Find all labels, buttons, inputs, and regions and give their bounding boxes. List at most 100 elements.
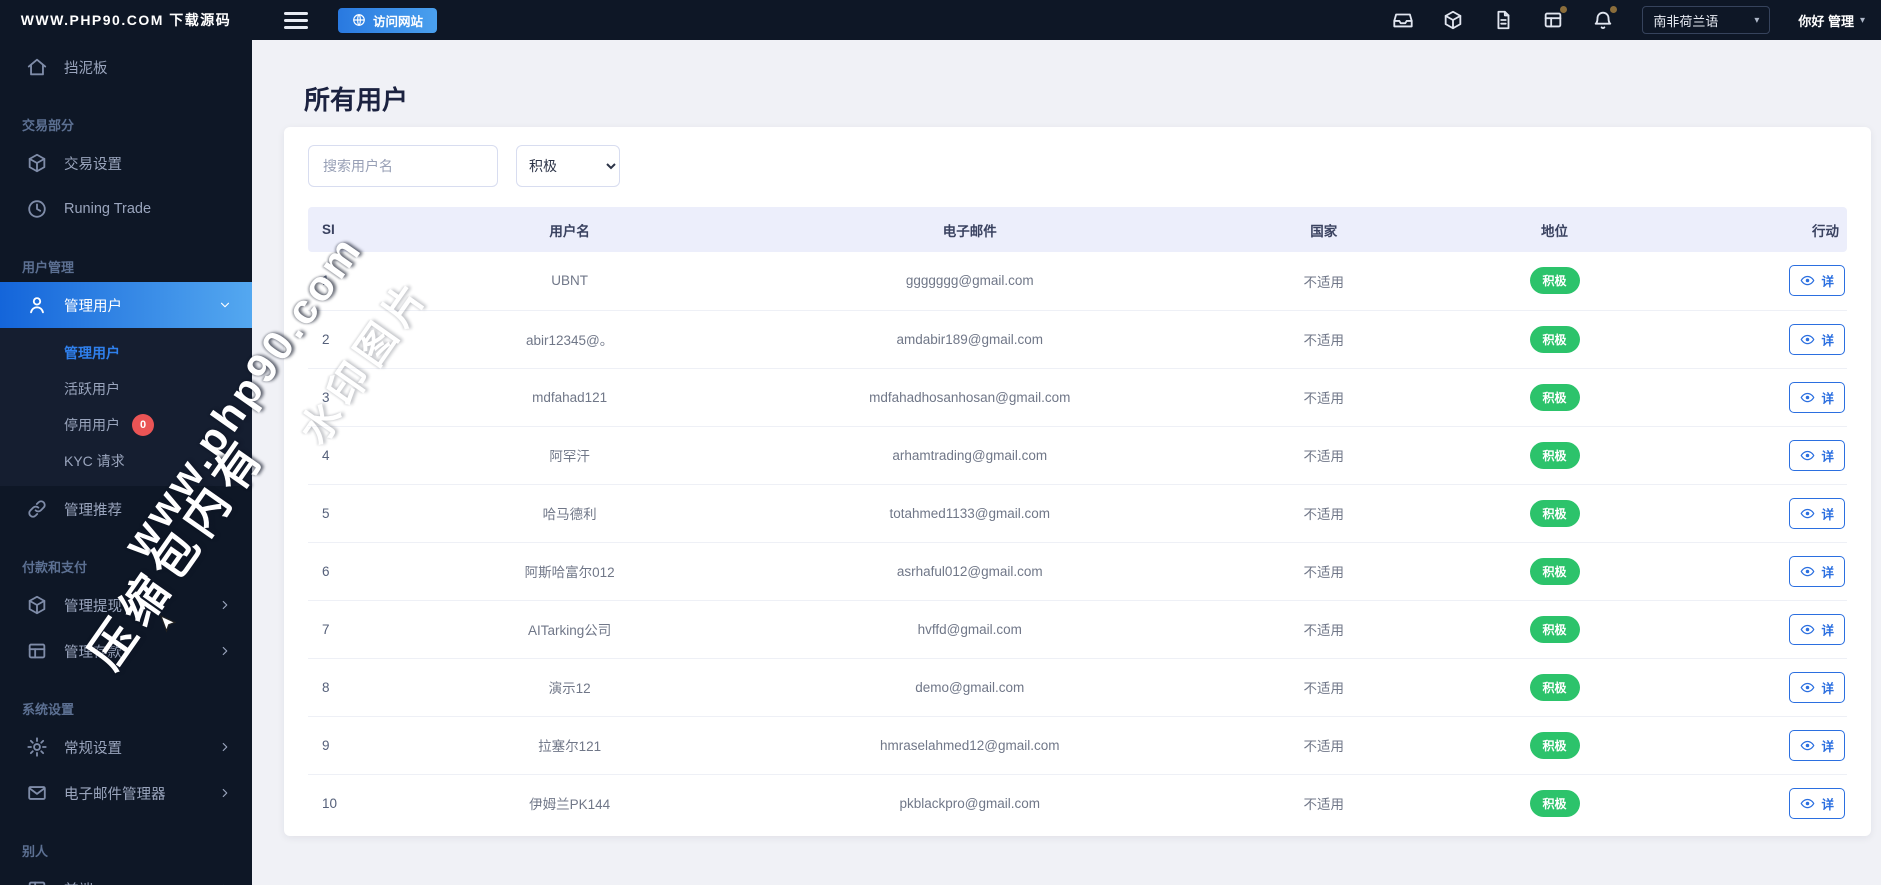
status-badge: 积极 bbox=[1529, 731, 1580, 759]
sidebar-item-7[interactable]: 管理推荐 bbox=[0, 486, 252, 532]
package-icon bbox=[26, 594, 48, 616]
sidebar-item-3[interactable]: Runing Trade bbox=[0, 186, 252, 232]
view-detail-button[interactable]: 详 bbox=[1789, 671, 1845, 703]
package-icon bbox=[26, 152, 48, 174]
cell-si: 6 bbox=[308, 542, 401, 601]
sidebar-subitem[interactable]: 活跃用户 bbox=[0, 371, 252, 407]
sidebar-item-13[interactable]: 电子邮件管理器 bbox=[0, 770, 252, 816]
greeting-label: 你好 管理 bbox=[1798, 13, 1854, 29]
cell-action: 详 bbox=[1662, 542, 1847, 601]
sidebar-item-label: 管理提现 bbox=[64, 598, 122, 615]
view-detail-button[interactable]: 详 bbox=[1789, 555, 1845, 587]
users-card: 积极 SI用户名电子邮件国家地位行动 1UBNTggggggg@gmail.co… bbox=[284, 127, 1871, 836]
sidebar-item-15[interactable]: 前端 bbox=[0, 866, 252, 885]
sidebar-subitem-label: 活跃用户 bbox=[64, 381, 120, 397]
sidebar-item-label: 管理推荐 bbox=[64, 502, 122, 519]
view-detail-button[interactable]: 详 bbox=[1789, 265, 1845, 297]
sidebar-item-12[interactable]: 常规设置 bbox=[0, 724, 252, 770]
cell-si: 8 bbox=[308, 658, 401, 717]
cell-email: totahmed1133@gmail.com bbox=[738, 484, 1201, 543]
home-icon bbox=[26, 56, 48, 78]
notification-dot bbox=[1560, 6, 1568, 13]
package-icon[interactable] bbox=[1442, 9, 1464, 31]
sidebar-item-0[interactable]: 挡泥板 bbox=[0, 44, 252, 90]
sidebar-item-10[interactable]: 管理存款 bbox=[0, 628, 252, 674]
sidebar-section-label: 交易部分 bbox=[22, 118, 75, 133]
detail-label: 详 bbox=[1821, 739, 1834, 754]
bell-icon[interactable] bbox=[1592, 6, 1618, 31]
status-badge: 积极 bbox=[1529, 789, 1580, 817]
sidebar-subitem[interactable]: KYC 请求 bbox=[0, 443, 252, 479]
sidebar-section-label: 别人 bbox=[22, 844, 49, 859]
sidebar-item-label: 交易设置 bbox=[64, 156, 122, 173]
table-row: 2 abir12345@。 amdabir189@gmail.com 不适用 积极 详 bbox=[308, 310, 1847, 369]
sidebar-subitem[interactable]: 停用用户 0 bbox=[0, 407, 252, 443]
status-select[interactable]: 积极 bbox=[516, 145, 620, 187]
view-detail-button[interactable]: 详 bbox=[1789, 381, 1845, 413]
view-detail-button[interactable]: 详 bbox=[1789, 729, 1845, 761]
status-badge: 积极 bbox=[1529, 499, 1580, 527]
cell-country: 不适用 bbox=[1200, 542, 1447, 601]
inbox-icon[interactable] bbox=[1392, 9, 1414, 31]
cell-status: 积极 bbox=[1446, 484, 1663, 543]
cell-status: 积极 bbox=[1446, 252, 1663, 311]
view-detail-button[interactable]: 详 bbox=[1789, 787, 1845, 819]
sidebar-submenu: 管理用户活跃用户停用用户 0 KYC 请求 bbox=[0, 328, 252, 486]
count-badge: 0 bbox=[132, 414, 154, 436]
page-title: 所有用户 bbox=[304, 85, 409, 115]
table-row: 4 阿罕汗 arhamtrading@gmail.com 不适用 积极 详 bbox=[308, 426, 1847, 485]
user-menu[interactable]: 你好 管理 ▾ bbox=[1798, 11, 1865, 30]
cell-country: 不适用 bbox=[1200, 600, 1447, 659]
cell-si: 10 bbox=[322, 795, 338, 811]
cell-status: 积极 bbox=[1447, 774, 1662, 832]
table-row: 6 阿斯哈富尔012 asrhaful012@gmail.com 不适用 积极 详 bbox=[308, 542, 1847, 601]
cell-country: 不适用 bbox=[1200, 716, 1447, 775]
cell-username: 哈马德利 bbox=[400, 484, 739, 543]
search-input[interactable] bbox=[308, 145, 498, 187]
filter-row: 积极 bbox=[308, 145, 1847, 187]
cell-country: 不适用 bbox=[1303, 797, 1344, 813]
cell-si: 5 bbox=[308, 484, 401, 543]
table-row: 8 演示12 demo@gmail.com 不适用 积极 详 bbox=[308, 658, 1847, 717]
cell-status: 积极 bbox=[1446, 600, 1663, 659]
cell-action: 详 bbox=[1662, 716, 1847, 775]
grid-icon[interactable] bbox=[1542, 6, 1568, 31]
sidebar-section-label: 付款和支付 bbox=[22, 560, 88, 575]
language-selector[interactable]: 南非荷兰语 ▾ bbox=[1642, 6, 1771, 34]
mail-icon bbox=[26, 782, 48, 804]
cell-username: 拉塞尔121 bbox=[400, 716, 739, 775]
cell-action: 详 bbox=[1662, 426, 1847, 485]
detail-label: 详 bbox=[1821, 449, 1834, 464]
globe-icon bbox=[352, 13, 366, 27]
sidebar-item-5[interactable]: 管理用户 bbox=[0, 282, 252, 328]
view-detail-button[interactable]: 详 bbox=[1789, 497, 1845, 529]
cell-status: 积极 bbox=[1446, 368, 1663, 427]
table-row: 5 哈马德利 totahmed1133@gmail.com 不适用 积极 详 bbox=[308, 484, 1847, 543]
view-detail-button[interactable]: 详 bbox=[1789, 439, 1845, 471]
grid-icon bbox=[26, 640, 48, 662]
sidebar-item-9[interactable]: 管理提现 bbox=[0, 582, 252, 628]
layout-icon bbox=[26, 878, 48, 885]
view-detail-button[interactable]: 详 bbox=[1789, 613, 1845, 645]
cell-status: 积极 bbox=[1446, 658, 1663, 717]
cell-email: hmraselahmed12@gmail.com bbox=[738, 716, 1201, 775]
cell-email: arhamtrading@gmail.com bbox=[738, 426, 1201, 485]
view-detail-button[interactable]: 详 bbox=[1789, 323, 1845, 355]
chevron-down-icon: ▾ bbox=[1754, 14, 1760, 26]
column-header: 行动 bbox=[1662, 207, 1847, 252]
cell-username: 演示12 bbox=[400, 658, 739, 717]
cell-country: 不适用 bbox=[1200, 310, 1447, 369]
brand-logo[interactable]: WWW.PHP90.COM 下载源码 bbox=[0, 10, 252, 30]
cell-username: 阿罕汗 bbox=[400, 426, 739, 485]
sidebar-subitem[interactable]: 管理用户 bbox=[0, 335, 252, 371]
sidebar-item-2[interactable]: 交易设置 bbox=[0, 140, 252, 186]
detail-label: 详 bbox=[1821, 391, 1834, 406]
document-icon[interactable] bbox=[1492, 9, 1514, 31]
cell-status: 积极 bbox=[1446, 716, 1663, 775]
menu-toggle-icon[interactable] bbox=[284, 11, 308, 29]
clock-icon bbox=[26, 198, 48, 220]
visit-site-button[interactable]: 访问网站 bbox=[338, 7, 438, 33]
detail-label: 详 bbox=[1821, 333, 1834, 348]
language-value: 南非荷兰语 bbox=[1653, 13, 1719, 29]
cell-status: 积极 bbox=[1446, 310, 1663, 369]
